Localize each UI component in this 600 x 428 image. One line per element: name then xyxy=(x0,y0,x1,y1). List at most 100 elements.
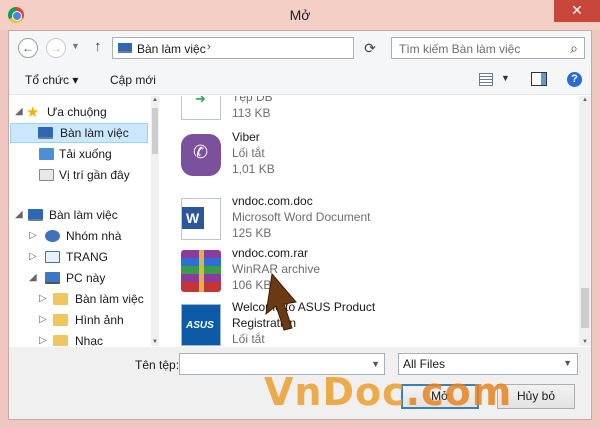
nav-scrollbar[interactable]: ▲ ▼ xyxy=(151,96,159,346)
close-button[interactable]: ✕ xyxy=(554,0,600,22)
window-title: Mở xyxy=(289,7,311,23)
homegroup-icon xyxy=(45,230,60,242)
file-list-scrollbar[interactable]: ▲ ▼ xyxy=(579,96,591,346)
file-type-filter-value: All Files xyxy=(403,357,446,371)
navigation-pane: ◢ ★ Ưa chuộng Bàn làm việc Tải xuống Vị … xyxy=(9,96,159,346)
file-size: 113 KB xyxy=(232,106,271,120)
annotation-arrow-icon xyxy=(265,272,297,331)
tree-label: PC này xyxy=(66,271,106,285)
tree-item-pictures[interactable]: ▷ Hình ảnh xyxy=(15,310,149,330)
tree-item-homegroup[interactable]: ▷ Nhóm nhà xyxy=(15,226,149,246)
watermark-text: VnDoc xyxy=(264,370,406,414)
expand-icon[interactable]: ▷ xyxy=(29,247,37,267)
nav-scrollbar-thumb[interactable] xyxy=(152,108,158,154)
dialog-body: ← → ▼ ↑ Bàn làm việc › ⟳ Tìm kiếm Bàn là… xyxy=(8,30,592,420)
search-icon[interactable]: ⌕ xyxy=(570,40,578,57)
recent-locations-dropdown[interactable]: ▼ xyxy=(71,41,80,51)
tree-item-music[interactable]: ▷ Nhạc xyxy=(15,331,149,346)
star-icon: ★ xyxy=(26,104,40,121)
title-bar: Mở ✕ xyxy=(0,0,600,30)
db-file-icon xyxy=(181,96,221,120)
file-size: 125 KB xyxy=(232,226,272,240)
refresh-icon[interactable]: ⟳ xyxy=(358,37,382,59)
chevron-down-icon[interactable]: ▼ xyxy=(371,359,380,369)
file-name: Viber xyxy=(232,130,260,144)
tree-label: Bàn làm việc xyxy=(60,126,129,140)
user-folder-icon xyxy=(45,251,60,263)
file-item[interactable]: vndoc.com.rar WinRAR archive 106 KB xyxy=(165,244,577,298)
word-icon xyxy=(181,198,221,240)
tree-item-pc-desktop[interactable]: ▷ Bàn làm việc xyxy=(15,289,149,309)
tree-label: Ưa chuộng xyxy=(47,105,107,119)
file-name: vndoc.com.rar xyxy=(232,246,309,260)
chevron-right-icon[interactable]: › xyxy=(207,41,211,53)
collapse-icon[interactable]: ◢ xyxy=(15,205,23,225)
up-arrow-icon[interactable]: ↑ xyxy=(94,38,102,55)
file-item[interactable]: Welcome to ASUS Product Registration Lối… xyxy=(165,298,577,346)
file-type: Lối tắt xyxy=(232,146,265,160)
tree-label: Hình ảnh xyxy=(75,313,124,327)
back-button[interactable]: ← xyxy=(18,38,38,58)
computer-icon xyxy=(45,272,60,284)
file-list-scrollbar-thumb[interactable] xyxy=(581,288,589,328)
tree-label: Bàn làm việc xyxy=(49,208,118,222)
search-placeholder: Tìm kiếm Bàn làm việc xyxy=(399,42,521,56)
file-item[interactable]: vndoc.com.doc Microsoft Word Document 12… xyxy=(165,192,577,246)
address-segment[interactable]: Bàn làm việc xyxy=(137,42,206,56)
winrar-icon xyxy=(181,250,221,292)
scroll-down-arrow[interactable]: ▼ xyxy=(579,339,591,345)
file-type: Microsoft Word Document xyxy=(232,210,371,224)
tree-item-desktop-root[interactable]: ◢ Bàn làm việc xyxy=(15,205,149,225)
desktop-icon xyxy=(118,43,132,53)
scroll-up-arrow[interactable]: ▲ xyxy=(579,97,591,103)
tree-label: Tải xuống xyxy=(59,147,112,161)
chevron-down-icon[interactable]: ▼ xyxy=(563,359,572,368)
tree-label: Nhóm nhà xyxy=(66,229,122,243)
expand-icon[interactable]: ▷ xyxy=(39,331,47,346)
file-size: Lối tắt xyxy=(232,332,265,346)
scroll-down-arrow[interactable]: ▼ xyxy=(151,339,159,345)
asus-icon xyxy=(181,304,221,346)
scroll-up-arrow[interactable]: ▲ xyxy=(151,97,159,103)
command-bar: Tổ chức ▾ Cập mới ▼ ? xyxy=(9,65,591,95)
tree-item-trang[interactable]: ▷ TRANG xyxy=(15,247,149,267)
tree-item-downloads[interactable]: Tải xuống xyxy=(15,144,149,164)
viber-icon xyxy=(181,134,221,176)
tree-item-recent[interactable]: Vị trí gần đây xyxy=(15,165,149,185)
folder-icon xyxy=(53,335,68,346)
view-options-icon[interactable] xyxy=(479,73,493,86)
expand-icon[interactable]: ▷ xyxy=(29,226,37,246)
preview-pane-icon[interactable] xyxy=(531,72,547,86)
tree-label: TRANG xyxy=(66,250,108,264)
folder-icon xyxy=(53,293,68,305)
forward-button[interactable]: → xyxy=(46,38,66,58)
tree-item-this-pc[interactable]: ◢ PC này xyxy=(15,268,149,288)
recent-places-icon xyxy=(39,169,54,181)
view-dropdown-icon[interactable]: ▼ xyxy=(501,73,510,83)
organize-menu[interactable]: Tổ chức ▾ xyxy=(25,73,78,87)
watermark: VnDoc.com xyxy=(264,372,512,412)
address-bar[interactable]: Bàn làm việc › xyxy=(112,37,354,59)
file-item[interactable]: Tệp DB 113 KB xyxy=(165,96,577,126)
file-list: Tệp DB 113 KB Viber Lối tắt 1,01 KB vndo… xyxy=(165,96,577,346)
navigation-bar: ← → ▼ ↑ Bàn làm việc › ⟳ Tìm kiếm Bàn là… xyxy=(9,31,591,65)
file-size: 1,01 KB xyxy=(232,162,275,176)
tree-label: Bàn làm việc xyxy=(75,292,144,306)
tree-item-desktop[interactable]: Bàn làm việc xyxy=(10,123,148,143)
help-icon[interactable]: ? xyxy=(567,72,582,87)
tree-item-favorites[interactable]: ◢ ★ Ưa chuộng xyxy=(15,102,149,122)
organize-label: Tổ chức xyxy=(25,73,70,87)
expand-icon[interactable]: ▷ xyxy=(39,289,47,309)
file-item[interactable]: Viber Lối tắt 1,01 KB xyxy=(165,128,577,182)
desktop-icon xyxy=(38,127,53,139)
collapse-icon[interactable]: ◢ xyxy=(15,102,23,122)
watermark-suffix: .com xyxy=(405,370,513,414)
search-input[interactable]: Tìm kiếm Bàn làm việc ⌕ xyxy=(391,37,585,59)
new-folder-button[interactable]: Cập mới xyxy=(110,73,156,87)
expand-icon[interactable]: ▷ xyxy=(39,310,47,330)
file-name: vndoc.com.doc xyxy=(232,194,313,208)
tree-label: Nhạc xyxy=(75,334,104,346)
collapse-icon[interactable]: ◢ xyxy=(29,268,37,288)
desktop-icon xyxy=(28,209,43,221)
filename-label: Tên tệp: xyxy=(135,358,180,372)
